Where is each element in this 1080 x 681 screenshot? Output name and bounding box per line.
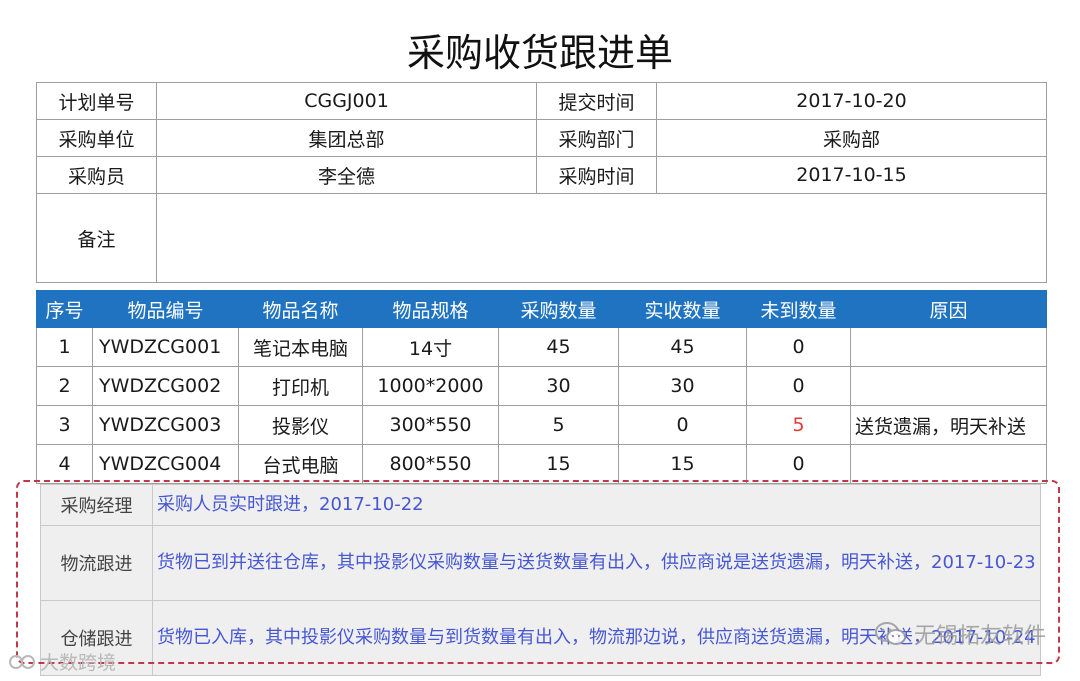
buyer-value: 李全德 xyxy=(156,156,537,194)
cell-received-qty: 15 xyxy=(618,444,747,484)
cell-reason xyxy=(850,444,1047,484)
watermark-left-text: 大数跨境 xyxy=(40,652,117,674)
submit-time-value: 2017-10-20 xyxy=(656,82,1047,120)
dept-value: 采购部 xyxy=(656,119,1047,157)
watermark-right-text: 无锡拓友软件 xyxy=(913,624,1046,649)
cell-name: 台式电脑 xyxy=(238,444,363,484)
cell-code: YWDZCG002 xyxy=(92,366,239,406)
header-ordered-qty: 采购数量 xyxy=(498,290,619,328)
purchase-time-value: 2017-10-15 xyxy=(656,156,1047,194)
header-code: 物品编号 xyxy=(92,290,239,328)
tracking-label: 采购经理 xyxy=(40,484,153,526)
cell-reason xyxy=(850,366,1047,406)
tracking-text: 采购人员实时跟进，2017-10-22 xyxy=(152,484,1041,526)
order-info-table: 计划单号 CGGJ001 提交时间 2017-10-20 采购单位 集团总部 采… xyxy=(36,82,1047,283)
cell-missing-qty: 0 xyxy=(746,444,851,484)
cell-spec: 300*550 xyxy=(362,405,499,445)
cell-missing-qty: 5 xyxy=(746,405,851,445)
info-row: 采购员 李全德 采购时间 2017-10-15 xyxy=(36,156,1047,194)
table-row: 2 YWDZCG002 打印机 1000*2000 30 30 0 xyxy=(36,366,1047,406)
cell-index: 3 xyxy=(36,405,93,445)
header-missing-qty: 未到数量 xyxy=(746,290,851,328)
info-row: 计划单号 CGGJ001 提交时间 2017-10-20 xyxy=(36,82,1047,120)
mini-program-icon xyxy=(9,654,35,669)
items-table: 序号 物品编号 物品名称 物品规格 采购数量 实收数量 未到数量 原因 1 YW… xyxy=(36,290,1047,484)
cell-ordered-qty: 15 xyxy=(498,444,619,484)
table-row: 4 YWDZCG004 台式电脑 800*550 15 15 0 xyxy=(36,444,1047,484)
header-received-qty: 实收数量 xyxy=(618,290,747,328)
cell-reason xyxy=(850,327,1047,367)
tracking-label: 物流跟进 xyxy=(40,525,153,601)
watermark-right: 无锡拓友软件 xyxy=(874,618,1046,650)
header-spec: 物品规格 xyxy=(362,290,499,328)
tracking-row: 采购经理 采购人员实时跟进，2017-10-22 xyxy=(40,484,1041,526)
cell-name: 投影仪 xyxy=(238,405,363,445)
header-index: 序号 xyxy=(36,290,93,328)
cell-reason: 送货遗漏，明天补送 xyxy=(850,405,1047,445)
info-row: 采购单位 集团总部 采购部门 采购部 xyxy=(36,119,1047,157)
cell-ordered-qty: 30 xyxy=(498,366,619,406)
unit-value: 集团总部 xyxy=(156,119,537,157)
cell-code: YWDZCG001 xyxy=(92,327,239,367)
cell-received-qty: 0 xyxy=(618,405,747,445)
cell-received-qty: 30 xyxy=(618,366,747,406)
table-row: 3 YWDZCG003 投影仪 300*550 5 0 5 送货遗漏，明天补送 xyxy=(36,405,1047,445)
purchase-time-label: 采购时间 xyxy=(536,156,657,194)
submit-time-label: 提交时间 xyxy=(536,82,657,120)
dept-label: 采购部门 xyxy=(536,119,657,157)
plan-no-label: 计划单号 xyxy=(36,82,157,120)
cell-spec: 14寸 xyxy=(362,327,499,367)
items-header-row: 序号 物品编号 物品名称 物品规格 采购数量 实收数量 未到数量 原因 xyxy=(36,290,1047,328)
wechat-icon xyxy=(874,622,906,645)
unit-label: 采购单位 xyxy=(36,119,157,157)
tracking-row: 物流跟进 货物已到并送往仓库，其中投影仪采购数量与送货数量有出入，供应商说是送货… xyxy=(40,525,1041,601)
cell-ordered-qty: 45 xyxy=(498,327,619,367)
cell-name: 笔记本电脑 xyxy=(238,327,363,367)
plan-no-value: CGGJ001 xyxy=(156,82,537,120)
remark-value xyxy=(156,193,1047,283)
cell-spec: 1000*2000 xyxy=(362,366,499,406)
cell-index: 1 xyxy=(36,327,93,367)
cell-ordered-qty: 5 xyxy=(498,405,619,445)
cell-spec: 800*550 xyxy=(362,444,499,484)
cell-received-qty: 45 xyxy=(618,327,747,367)
cell-index: 2 xyxy=(36,366,93,406)
buyer-label: 采购员 xyxy=(36,156,157,194)
cell-missing-qty: 0 xyxy=(746,366,851,406)
watermark-left: 大数跨境 xyxy=(8,648,116,675)
header-reason: 原因 xyxy=(850,290,1047,328)
remark-row: 备注 xyxy=(36,193,1047,283)
cell-missing-qty: 0 xyxy=(746,327,851,367)
tracking-text: 货物已到并送往仓库，其中投影仪采购数量与送货数量有出入，供应商说是送货遗漏，明天… xyxy=(152,525,1041,601)
cell-index: 4 xyxy=(36,444,93,484)
cell-code: YWDZCG004 xyxy=(92,444,239,484)
header-name: 物品名称 xyxy=(238,290,363,328)
cell-name: 打印机 xyxy=(238,366,363,406)
cell-code: YWDZCG003 xyxy=(92,405,239,445)
remark-label: 备注 xyxy=(36,193,157,283)
page-title: 采购收货跟进单 xyxy=(406,31,673,75)
table-row: 1 YWDZCG001 笔记本电脑 14寸 45 45 0 xyxy=(36,327,1047,367)
